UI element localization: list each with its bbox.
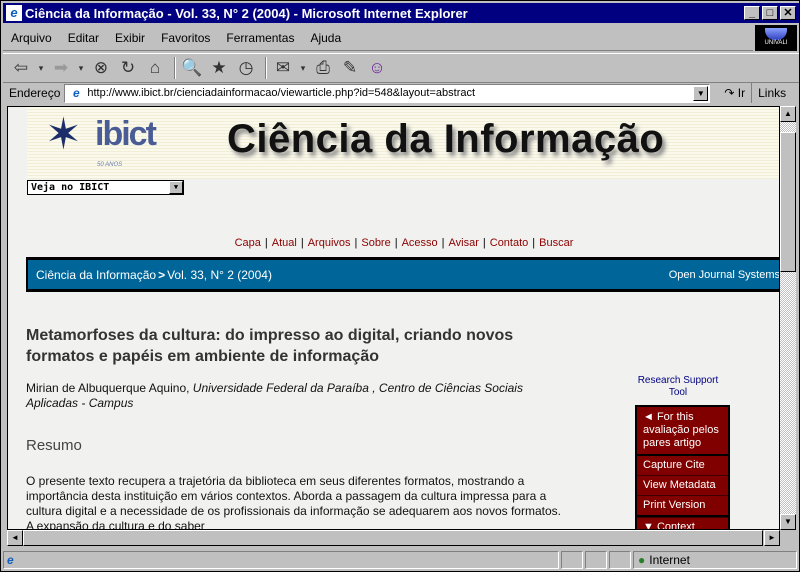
nav-acesso[interactable]: Acesso — [402, 237, 438, 249]
back-dropdown-icon[interactable]: ▾ — [36, 56, 46, 80]
brand-logo: UNIVALI — [755, 25, 797, 51]
ie-icon: e — [6, 5, 22, 21]
zone-pane: ● Internet — [633, 551, 797, 569]
horizontal-scroll-thumb[interactable] — [23, 530, 763, 546]
status-pane — [585, 551, 607, 569]
nav-contato[interactable]: Contato — [490, 237, 529, 249]
nav-atual[interactable]: Atual — [272, 237, 297, 249]
globe-icon: ● — [638, 553, 646, 567]
rst-title: Research Support Tool — [637, 375, 719, 398]
nav-links: Capa | Atual | Arquivos | Sobre | Acesso | Avisar |… — [234, 237, 574, 249]
author-name: Mirian de Albuquerque Aquino, — [26, 381, 190, 395]
rst-panel: ◄ For this avaliação pelos pares artigo … — [635, 405, 730, 529]
site-header: ✶ ibict 50 ANOS Ciência da Informação — [27, 107, 779, 179]
menu-editar[interactable]: Editar — [60, 31, 107, 45]
select-dropdown-icon[interactable]: ▼ — [169, 181, 183, 194]
menu-favoritos[interactable]: Favoritos — [153, 31, 218, 45]
brand-mark-icon — [765, 28, 787, 40]
favorites-icon[interactable]: ★ — [207, 56, 231, 80]
messenger-icon[interactable]: ☺ — [365, 56, 389, 80]
article-authors: Mirian de Albuquerque Aquino, Universida… — [26, 381, 556, 411]
go-arrow-icon: ↷ — [724, 86, 738, 100]
toolbar-separator — [265, 57, 267, 79]
edit-icon[interactable]: ✎ — [338, 56, 362, 80]
ibict-select[interactable]: Veja no IBICT ▼ — [27, 180, 184, 195]
forward-dropdown-icon[interactable]: ▾ — [76, 56, 86, 80]
breadcrumb: Ciência da Informação > Vol. 33, N° 2 (2… — [26, 257, 780, 292]
window-title: Ciência da Informação - Vol. 33, N° 2 (2… — [25, 5, 468, 21]
ibict-logo[interactable]: ✶ ibict 50 ANOS — [45, 113, 165, 173]
rst-print-version[interactable]: Print Version — [637, 495, 728, 517]
vertical-scrollbar[interactable]: ▲ ▼ — [780, 106, 796, 530]
scroll-left-icon[interactable]: ◄ — [7, 530, 23, 546]
rst-view-metadata[interactable]: View Metadata — [637, 475, 728, 495]
breadcrumb-issue[interactable]: Vol. 33, N° 2 (2004) — [167, 268, 272, 282]
menu-arquivo[interactable]: Arquivo — [3, 31, 60, 45]
toolbar-separator — [174, 57, 176, 79]
page-icon: e — [73, 85, 80, 100]
mail-dropdown-icon[interactable]: ▾ — [298, 56, 308, 80]
menu-ferramentas[interactable]: Ferramentas — [218, 31, 302, 45]
address-input[interactable]: e http://www.ibict.br/cienciadainformaca… — [64, 83, 711, 103]
go-button[interactable]: ↷ Ir — [710, 83, 753, 103]
status-bar: e ● Internet — [3, 549, 799, 571]
article-title: Metamorfoses da cultura: do impresso ao … — [26, 327, 514, 365]
rst-section-toggle[interactable]: ◄ For this avaliação pelos pares artigo — [637, 407, 728, 456]
site-title: Ciência da Informação — [227, 117, 665, 161]
mail-icon[interactable]: ✉ — [271, 56, 295, 80]
status-text-pane: e — [3, 551, 559, 569]
nav-avisar[interactable]: Avisar — [449, 237, 479, 249]
address-url[interactable]: http://www.ibict.br/cienciadainformacao/… — [87, 87, 475, 99]
page-status-icon: e — [7, 553, 14, 567]
title-bar: e Ciência da Informação - Vol. 33, N° 2 … — [3, 3, 799, 23]
breadcrumb-separator: > — [158, 267, 166, 282]
address-label: Endereço — [9, 86, 61, 100]
rst-context-toggle[interactable]: ▼ Context — [637, 517, 728, 529]
status-pane — [561, 551, 583, 569]
status-pane — [609, 551, 631, 569]
maximize-button[interactable]: □ — [762, 6, 778, 20]
breadcrumb-home[interactable]: Ciência da Informação — [36, 268, 156, 282]
back-icon[interactable]: ⇦ — [9, 56, 33, 80]
nav-arquivos[interactable]: Arquivos — [308, 237, 351, 249]
menu-bar: Arquivo Editar Exibir Favoritos Ferramen… — [3, 25, 753, 51]
horizontal-scrollbar[interactable]: ◄ ► — [7, 530, 780, 546]
abstract-text: O presente texto recupera a trajetória d… — [26, 474, 561, 530]
refresh-icon[interactable]: ↻ — [116, 56, 140, 80]
stop-icon[interactable]: ⊗ — [89, 56, 113, 80]
minimize-button[interactable]: _ — [744, 6, 760, 20]
vertical-scroll-thumb[interactable] — [780, 132, 796, 272]
scroll-right-icon[interactable]: ► — [764, 530, 780, 546]
page-viewport: ✶ ibict 50 ANOS Ciência da Informação Ve… — [7, 106, 780, 530]
print-icon[interactable]: ⎙ — [311, 56, 335, 80]
browser-window: e Ciência da Informação - Vol. 33, N° 2 … — [0, 0, 800, 572]
address-bar: Endereço e http://www.ibict.br/cienciada… — [3, 83, 799, 103]
nav-sobre[interactable]: Sobre — [361, 237, 390, 249]
address-dropdown-icon[interactable]: ▼ — [693, 85, 709, 101]
nav-buscar[interactable]: Buscar — [539, 237, 573, 249]
rst-capture-cite[interactable]: Capture Cite — [637, 456, 728, 475]
menu-exibir[interactable]: Exibir — [107, 31, 153, 45]
scroll-up-icon[interactable]: ▲ — [780, 106, 796, 122]
home-icon[interactable]: ⌂ — [143, 56, 167, 80]
ibict-star-icon: ✶ — [45, 110, 82, 159]
toolbar: ⇦ ▾ ➡ ▾ ⊗ ↻ ⌂ 🔍 ★ ◷ ✉ ▾ ⎙ ✎ ☺ — [3, 53, 799, 83]
nav-capa[interactable]: Capa — [235, 237, 261, 249]
close-button[interactable]: ✕ — [780, 6, 796, 20]
forward-icon[interactable]: ➡ — [49, 56, 73, 80]
abstract-heading: Resumo — [26, 437, 82, 454]
search-icon[interactable]: 🔍 — [180, 56, 204, 80]
menu-ajuda[interactable]: Ajuda — [302, 31, 349, 45]
scroll-down-icon[interactable]: ▼ — [780, 514, 796, 530]
ojs-label: Open Journal Systems — [668, 268, 780, 281]
history-icon[interactable]: ◷ — [234, 56, 258, 80]
links-button[interactable]: Links — [752, 86, 786, 100]
